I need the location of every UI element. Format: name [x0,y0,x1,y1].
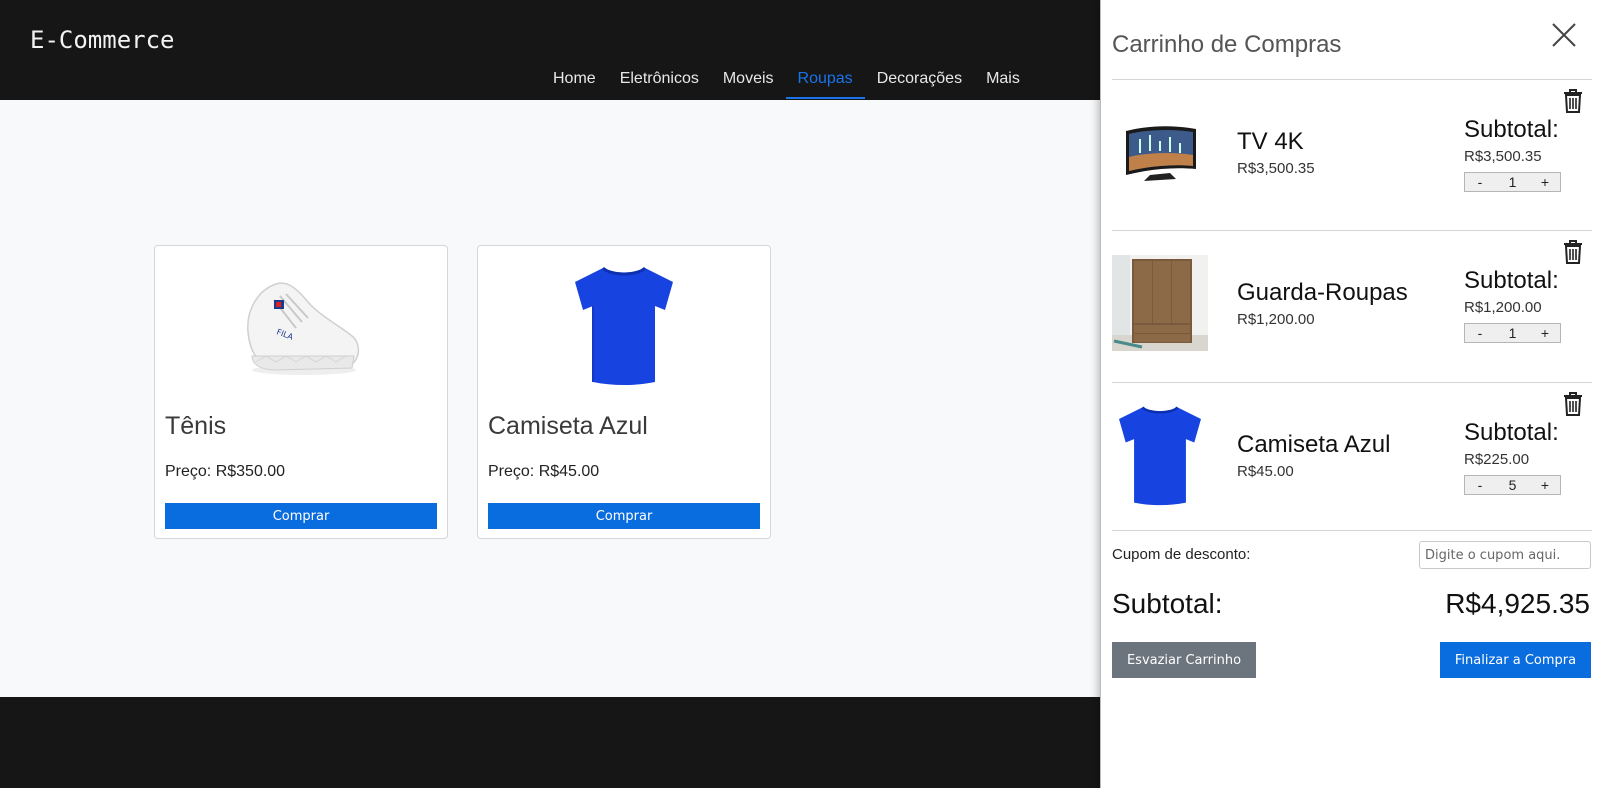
cart-item: Guarda-Roupas R$1,200.00 Subtotal: R$1,2… [1101,231,1600,381]
quantity-stepper: - 1 + [1464,323,1561,343]
cart-item-subtotal: R$3,500.35 [1464,148,1542,165]
shopping-cart-panel: Carrinho de Compras TV 4K R$3,500.35 Sub… [1100,0,1600,788]
quantity-value[interactable]: 5 [1495,477,1530,493]
product-price: Preço: R$350.00 [165,463,286,480]
blue-tshirt-image [478,260,770,390]
nav-item-mais[interactable]: Mais [974,68,1032,99]
cart-item-subtotal: R$225.00 [1464,451,1530,468]
cart-item-subtotal-label: Subtotal: [1464,116,1559,143]
nav-item-moveis[interactable]: Moveis [711,68,786,99]
decrease-button[interactable]: - [1465,325,1495,341]
cart-item-name: TV 4K [1237,128,1304,155]
blue-tshirt-image [1112,406,1208,506]
trash-icon[interactable] [1562,239,1584,265]
cart-total-value: R$4,925.35 [1445,588,1590,619]
cart-title: Carrinho de Compras [1112,31,1342,58]
coupon-label: Cupom de desconto: [1112,546,1251,563]
product-title: Tênis [165,412,227,440]
increase-button[interactable]: + [1530,174,1560,190]
trash-icon[interactable] [1562,391,1584,417]
coupon-input[interactable] [1419,541,1591,569]
divider [1112,530,1592,531]
buy-button[interactable]: Comprar [165,503,437,529]
empty-cart-button[interactable]: Esvaziar Carrinho [1112,642,1256,678]
quantity-value[interactable]: 1 [1495,174,1530,190]
increase-button[interactable]: + [1530,477,1560,493]
product-title: Camiseta Azul [488,412,648,440]
cart-item: TV 4K R$3,500.35 Subtotal: R$3,500.35 - … [1101,80,1600,230]
decrease-button[interactable]: - [1465,174,1495,190]
tv-image [1112,104,1208,200]
brand-logo-text[interactable]: E-Commerce [30,26,175,54]
cart-item-price: R$3,500.35 [1237,160,1315,177]
trash-icon[interactable] [1562,88,1584,114]
product-card: Camiseta Azul Preço: R$45.00 Comprar [477,245,771,539]
cart-item-price: R$1,200.00 [1237,311,1315,328]
decrease-button[interactable]: - [1465,477,1495,493]
nav-item-eletronicos[interactable]: Eletrônicos [608,68,711,99]
cart-item-subtotal: R$1,200.00 [1464,299,1542,316]
buy-button[interactable]: Comprar [488,503,760,529]
product-price: Preço: R$45.00 [488,463,600,480]
quantity-stepper: - 5 + [1464,475,1561,495]
nav-item-decoracoes[interactable]: Decorações [865,68,974,99]
close-icon[interactable] [1551,22,1577,48]
increase-button[interactable]: + [1530,325,1560,341]
main-nav: Home Eletrônicos Moveis Roupas Decoraçõe… [553,68,1032,99]
sneaker-image: FILA [155,260,447,390]
wardrobe-image [1112,255,1208,351]
checkout-button[interactable]: Finalizar a Compra [1440,642,1591,678]
nav-item-home[interactable]: Home [553,68,608,99]
cart-total-label: Subtotal: [1112,588,1223,619]
cart-item-price: R$45.00 [1237,463,1294,480]
cart-item-subtotal-label: Subtotal: [1464,419,1559,446]
cart-item: Camiseta Azul R$45.00 Subtotal: R$225.00… [1101,383,1600,533]
cart-item-name: Camiseta Azul [1237,431,1391,458]
cart-item-name: Guarda-Roupas [1237,279,1408,306]
product-card: FILA Tênis Preço: R$350.00 Comprar [154,245,448,539]
quantity-value[interactable]: 1 [1495,325,1530,341]
cart-item-subtotal-label: Subtotal: [1464,267,1559,294]
nav-item-roupas[interactable]: Roupas [785,68,865,99]
quantity-stepper: - 1 + [1464,172,1561,192]
